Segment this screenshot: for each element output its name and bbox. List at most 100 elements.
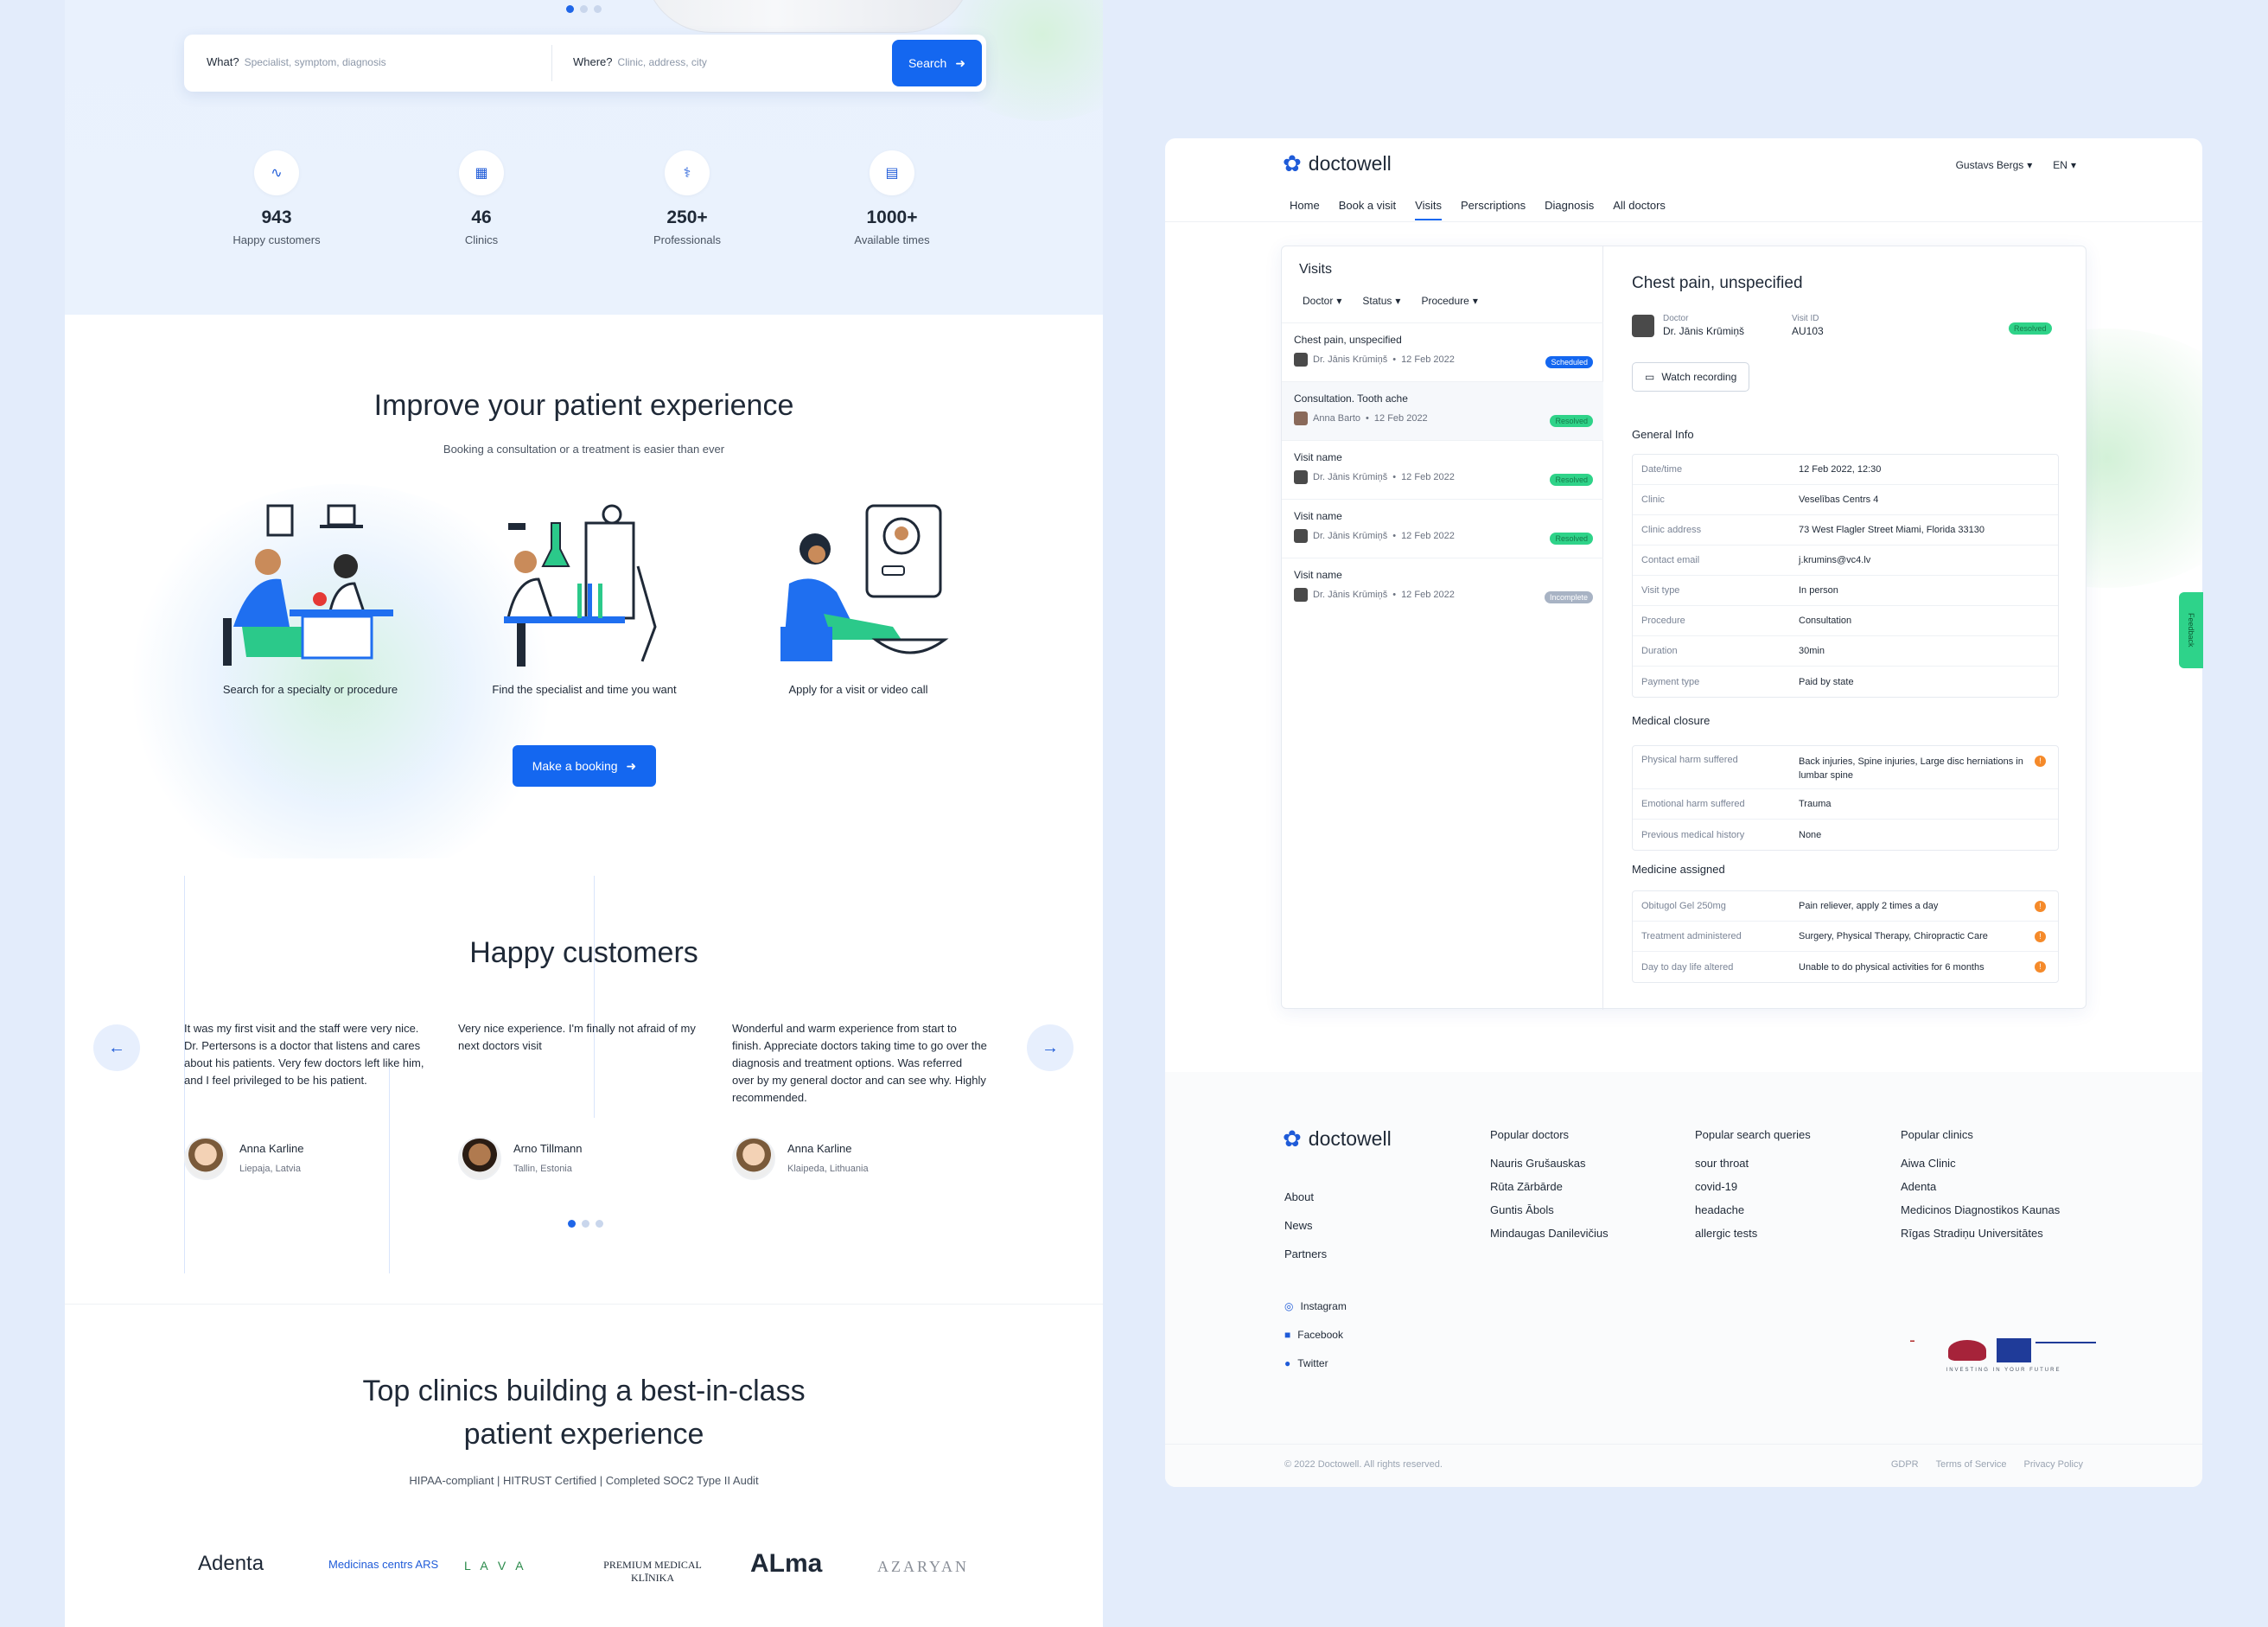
visit-row[interactable]: Visit name Dr. Jānis Krūmiņš • 12 Feb 2022… <box>1282 500 1603 558</box>
carousel-dot[interactable] <box>582 1220 589 1228</box>
header-menu: Gustavs Bergs ▾ EN ▾ <box>1956 159 2076 171</box>
footer-link[interactable]: Mindaugas Danilevičius <box>1490 1222 1609 1245</box>
info-key: Date/time <box>1641 464 1683 475</box>
footer-link-about[interactable]: About <box>1284 1183 1327 1211</box>
visit-row[interactable]: Chest pain, unspecified Dr. Jānis Krūmiņ… <box>1282 323 1603 382</box>
footer-brand-logo[interactable]: ✿ doctowell <box>1283 1126 1392 1152</box>
info-key: Day to day life altered <box>1641 961 1734 973</box>
clinic-logo-ars: Medicinas centrs ARS <box>328 1558 439 1571</box>
language-select[interactable]: EN ▾ <box>2053 159 2076 171</box>
footer-link[interactable]: Guntis Ābols <box>1490 1198 1609 1222</box>
info-row: Contact email j.krumins@vc4.lv <box>1633 546 2058 576</box>
carousel-dot[interactable] <box>594 5 602 13</box>
carousel-dot[interactable] <box>568 1220 576 1228</box>
nav-all-doctors[interactable]: All doctors <box>1613 199 1666 212</box>
visit-row[interactable]: Visit name Dr. Jānis Krūmiņš • 12 Feb 2022… <box>1282 441 1603 500</box>
alert-icon[interactable]: ! <box>2035 756 2046 767</box>
stat-label: Professionals <box>653 233 722 246</box>
make-booking-button[interactable]: Make a booking ➜ <box>513 745 656 787</box>
alert-icon[interactable]: ! <box>2035 931 2046 942</box>
where-field[interactable]: Where? Clinic, address, city <box>573 55 850 68</box>
carousel-dot[interactable] <box>566 5 574 13</box>
nav-diagnosis[interactable]: Diagnosis <box>1545 199 1594 212</box>
gdpr-link[interactable]: GDPR <box>1891 1459 1919 1470</box>
footer-link[interactable]: Rīgas Stradiņu Universitātes <box>1901 1222 2060 1245</box>
where-placeholder: Clinic, address, city <box>617 55 707 68</box>
hospital-icon: ▦ <box>459 150 504 195</box>
twitter-icon: ● <box>1284 1357 1291 1369</box>
status-badge: Scheduled <box>1545 356 1593 368</box>
footer-link-news[interactable]: News <box>1284 1211 1327 1240</box>
reviews-carousel-dots[interactable] <box>568 1220 603 1228</box>
nav-prescriptions[interactable]: Perscriptions <box>1461 199 1526 212</box>
search-button[interactable]: Search ➜ <box>892 40 982 86</box>
info-row: Payment type Paid by state <box>1633 667 2058 697</box>
doctor-avatar <box>1294 470 1308 484</box>
brand-logo[interactable]: ✿ doctowell <box>1283 150 1392 177</box>
terms-link[interactable]: Terms of Service <box>1936 1459 2007 1470</box>
step-caption: Apply for a visit or video call <box>788 683 928 696</box>
medicine-assigned-title: Medicine assigned <box>1632 863 1725 876</box>
footer-col-doctors: Popular doctors Nauris Grušauskas Rūta Z… <box>1490 1128 1609 1245</box>
user-menu[interactable]: Gustavs Bergs ▾ <box>1956 159 2033 171</box>
nav-home[interactable]: Home <box>1290 199 1320 212</box>
reviewer-name: Anna Karline <box>239 1141 304 1155</box>
footer-divider <box>1165 1444 2202 1445</box>
privacy-link[interactable]: Privacy Policy <box>2024 1459 2083 1470</box>
twitter-link[interactable]: ● Twitter <box>1284 1349 1347 1378</box>
footer-col-title: Popular doctors <box>1490 1128 1570 1141</box>
carousel-dot[interactable] <box>596 1220 603 1228</box>
separator-dot: • <box>1392 531 1397 541</box>
visit-id-label: Visit ID <box>1792 314 1819 323</box>
stat-label: Happy customers <box>233 233 321 246</box>
what-field[interactable]: What? Specialist, symptom, diagnosis <box>207 55 535 68</box>
doctor-name: Dr. Jānis Krūmiņš <box>1663 325 1745 337</box>
carousel-dot[interactable] <box>580 5 588 13</box>
footer-link-partners[interactable]: Partners <box>1284 1240 1327 1268</box>
visit-title: Chest pain, unspecified <box>1632 274 1803 292</box>
doctor-filter[interactable]: Doctor ▾ <box>1303 295 1341 307</box>
app-window: ✿ doctowell Gustavs Bergs ▾ EN ▾ Home Book… <box>1165 138 2202 1487</box>
footer-col-title: Popular clinics <box>1901 1128 1973 1141</box>
footer-link[interactable]: headache <box>1695 1198 1811 1222</box>
feedback-tab[interactable]: Feedback <box>2179 592 2203 668</box>
prev-review-button[interactable]: ← <box>93 1024 140 1071</box>
info-row: Treatment administered Surgery, Physical … <box>1633 922 2058 952</box>
footer-link[interactable]: sour throat <box>1695 1152 1811 1175</box>
nav-visits[interactable]: Visits <box>1415 199 1442 220</box>
general-info-title: General Info <box>1632 428 1694 441</box>
procedure-filter[interactable]: Procedure ▾ <box>1421 295 1477 307</box>
hero-carousel-dots[interactable] <box>566 5 602 13</box>
info-row: Date/time 12 Feb 2022, 12:30 <box>1633 455 2058 485</box>
watch-recording-button[interactable]: ▭ Watch recording <box>1632 362 1750 392</box>
instagram-link[interactable]: ◎ Instagram <box>1284 1292 1347 1321</box>
visits-title: Visits <box>1299 262 1332 277</box>
arrow-left-icon: ← <box>108 1037 125 1057</box>
medical-closure-title: Medical closure <box>1632 714 1711 727</box>
footer-link[interactable]: Aiwa Clinic <box>1901 1152 2060 1175</box>
caret-down-icon: ▾ <box>1336 295 1342 307</box>
info-value: Consultation <box>1799 616 1852 626</box>
info-row: Previous medical history None <box>1633 820 2058 850</box>
nav-book-visit[interactable]: Book a visit <box>1339 199 1396 212</box>
status-badge: Resolved <box>2009 322 2052 335</box>
footer-link[interactable]: Nauris Grušauskas <box>1490 1152 1609 1175</box>
next-review-button[interactable]: → <box>1027 1024 1073 1071</box>
footer-link[interactable]: covid-19 <box>1695 1175 1811 1198</box>
visit-row[interactable]: Visit name Dr. Jānis Krūmiņš • 12 Feb 2022… <box>1282 558 1603 617</box>
alert-icon[interactable]: ! <box>2035 961 2046 973</box>
visits-list-panel: Visits Doctor ▾ Status ▾ Procedure ▾ Chest … <box>1282 246 1603 1010</box>
doctor-label: Doctor <box>1663 314 1689 323</box>
status-filter[interactable]: Status ▾ <box>1362 295 1400 307</box>
visit-row[interactable]: Consultation. Tooth ache Anna Barto • 12 F… <box>1282 382 1603 441</box>
alert-icon[interactable]: ! <box>2035 901 2046 912</box>
footer-link[interactable]: Medicinos Diagnostikos Kaunas <box>1901 1198 2060 1222</box>
info-key: Treatment administered <box>1641 931 1742 941</box>
visit-id: AU103 <box>1792 325 1824 337</box>
footer-link[interactable]: Adenta <box>1901 1175 2060 1198</box>
footer-link[interactable]: allergic tests <box>1695 1222 1811 1245</box>
facebook-link[interactable]: ■ Facebook <box>1284 1321 1347 1349</box>
reviewer-location: Tallin, Estonia <box>513 1163 572 1174</box>
footer-col-queries: Popular search queries sour throat covid… <box>1695 1128 1811 1245</box>
footer-link[interactable]: Rūta Zārbārde <box>1490 1175 1609 1198</box>
